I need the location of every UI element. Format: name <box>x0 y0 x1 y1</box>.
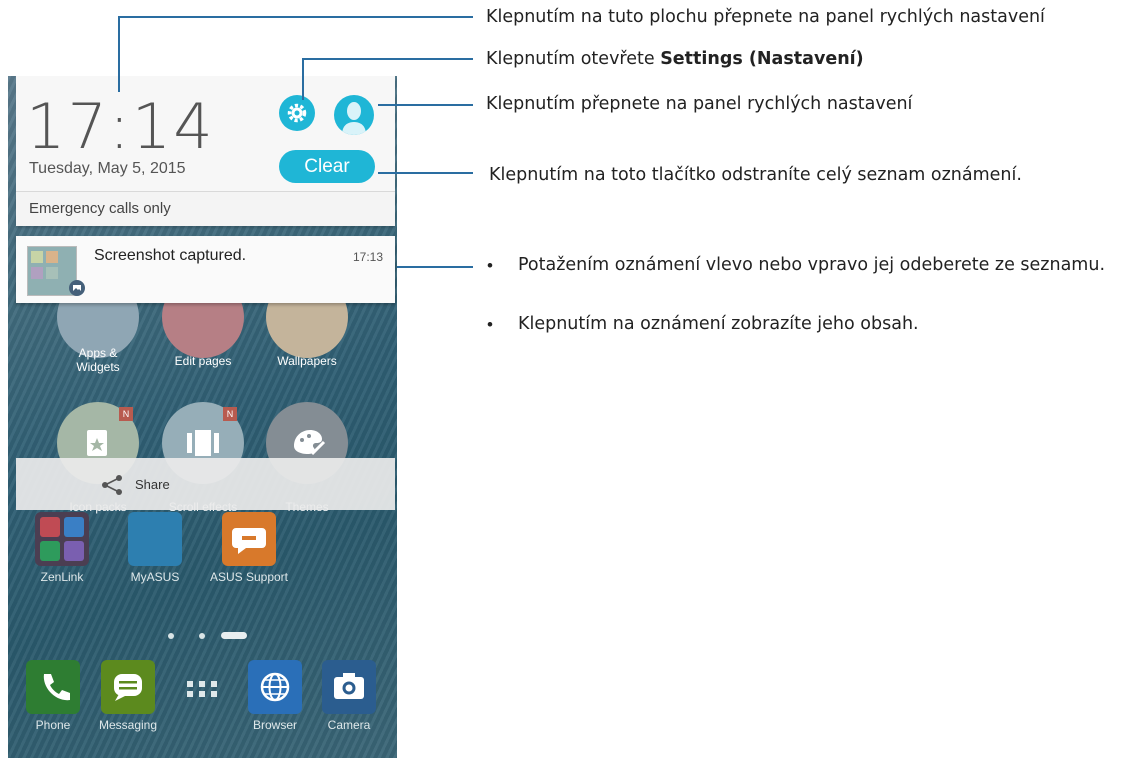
callout-settings: Klepnutím otevřete Settings (Nastavení) <box>486 49 864 69</box>
app-asus-support[interactable]: ASUS Support <box>204 512 294 584</box>
app-label: Phone <box>35 718 71 732</box>
carrier-status: Emergency calls only <box>16 192 395 226</box>
callout-line <box>397 266 473 268</box>
clear-button[interactable]: Clear <box>279 150 375 183</box>
app-label: MyASUS <box>130 570 180 584</box>
phone-icon <box>26 660 80 714</box>
dock-phone[interactable]: Phone <box>22 660 84 732</box>
zenlink-icon <box>35 512 89 566</box>
callout-profile: Klepnutím přepnete na panel rychlých nas… <box>486 94 913 114</box>
myasus-icon <box>128 512 182 566</box>
person-icon <box>342 102 366 135</box>
app-myasus[interactable]: MyASUS <box>125 512 185 584</box>
notification-title: Screenshot captured. <box>94 247 247 264</box>
app-zenlink[interactable]: ZenLink <box>32 512 92 584</box>
new-badge: N <box>119 407 133 421</box>
app-label: Messaging <box>98 718 158 732</box>
asus-support-icon <box>222 512 276 566</box>
notification-card[interactable]: Screenshot captured. 17:13 <box>16 236 395 303</box>
menu-label-edit-pages: Edit pages <box>174 354 232 368</box>
image-icon <box>69 280 85 296</box>
date: Tuesday, May 5, 2015 <box>29 160 186 177</box>
menu-label-wallpapers: Wallpapers <box>277 354 337 368</box>
app-drawer-icon[interactable] <box>185 679 221 699</box>
menu-label-apps-widgets: Apps & Widgets <box>76 346 120 374</box>
callout-clear: Klepnutím na toto tlačítko odstraníte ce… <box>489 165 1022 185</box>
settings-button[interactable] <box>279 95 315 131</box>
callout-line <box>378 172 473 174</box>
callout-line <box>378 104 473 106</box>
page-dot <box>199 633 205 639</box>
messaging-icon <box>101 660 155 714</box>
callout-tap-notification: Klepnutím na oznámení zobrazíte jeho obs… <box>518 314 919 334</box>
dock-messaging[interactable]: Messaging <box>96 660 160 732</box>
bullet-dot: • <box>487 315 493 334</box>
callout-line <box>118 16 473 18</box>
dock-camera[interactable]: Camera <box>318 660 380 732</box>
share-label: Share <box>135 477 170 492</box>
app-label: Camera <box>327 718 371 732</box>
new-badge: N <box>223 407 237 421</box>
callout-line <box>302 58 304 100</box>
app-label: ASUS Support <box>209 570 289 584</box>
callout-swipe: Potažením oznámení vlevo nebo vpravo jej… <box>518 255 1106 275</box>
phone-screen: ZenLink MyASUS ASUS Support Phone Messag… <box>8 76 397 758</box>
page-dot-active <box>221 632 247 639</box>
camera-icon <box>322 660 376 714</box>
share-icon <box>100 473 124 497</box>
profile-button[interactable] <box>334 95 374 135</box>
callout-quick-settings-area: Klepnutím na tuto plochu přepnete na pan… <box>486 7 1045 27</box>
share-bar[interactable] <box>16 458 395 510</box>
bullet-dot: • <box>487 256 493 275</box>
app-label: ZenLink <box>40 570 84 584</box>
app-label: Browser <box>252 718 297 732</box>
dock-browser[interactable]: Browser <box>244 660 306 732</box>
clock: 17:14 <box>26 90 215 163</box>
notification-time: 17:13 <box>353 250 384 264</box>
gear-icon <box>287 103 307 123</box>
callout-line <box>118 16 120 92</box>
page-dot <box>168 633 174 639</box>
callout-line <box>302 58 473 60</box>
browser-icon <box>248 660 302 714</box>
